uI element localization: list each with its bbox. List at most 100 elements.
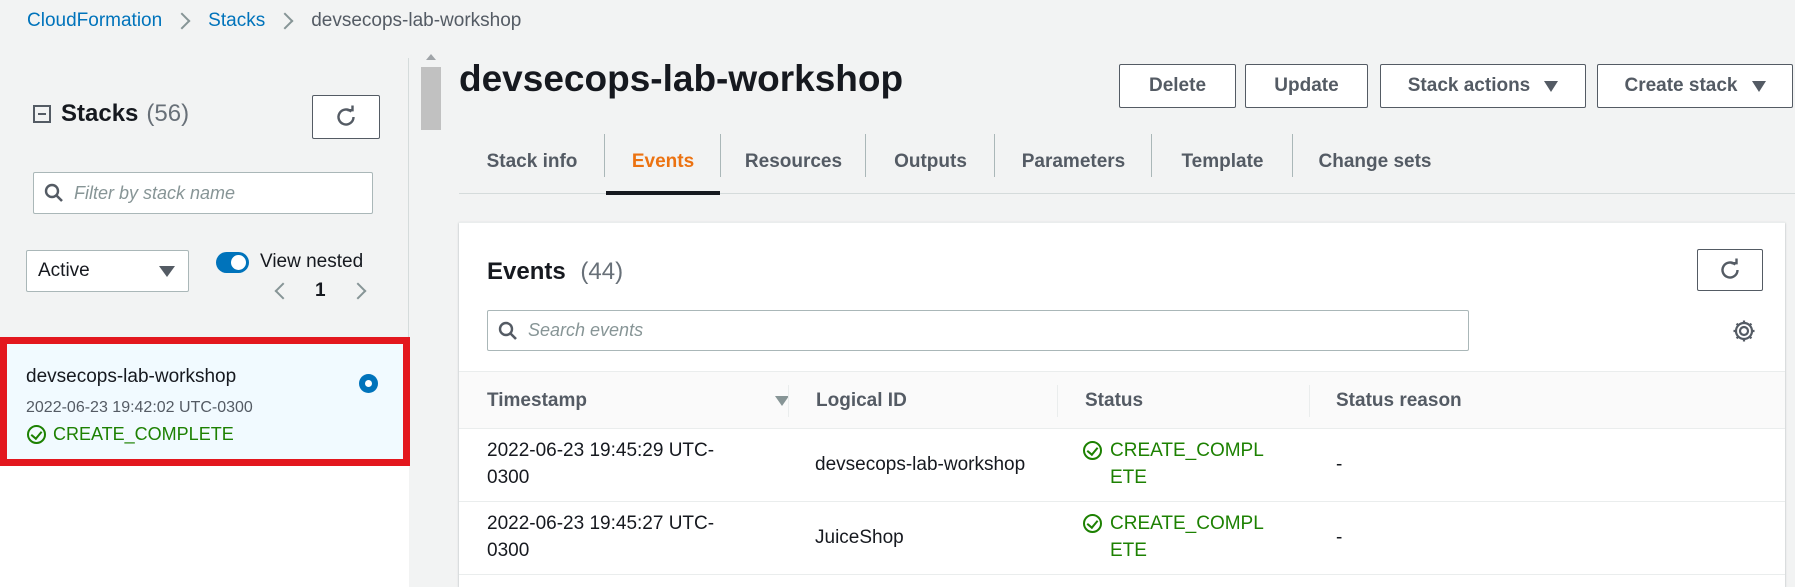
stack-filter-input[interactable] <box>74 182 372 204</box>
chevron-right-icon <box>173 12 191 30</box>
search-icon <box>488 311 528 350</box>
column-status[interactable]: Status <box>1085 372 1143 430</box>
stacks-pagination: 1 <box>274 280 367 302</box>
stack-tabs: Stack info Events Resources Outputs Para… <box>459 130 1795 195</box>
view-nested-toggle-group: View nested <box>216 251 363 273</box>
events-search-input[interactable] <box>528 320 1468 341</box>
create-stack-label: Create stack <box>1624 75 1738 96</box>
collapse-icon[interactable] <box>33 105 51 123</box>
events-title: Events <box>487 258 566 285</box>
column-status-reason-label: Status reason <box>1336 390 1462 411</box>
current-page[interactable]: 1 <box>315 280 326 302</box>
column-divider <box>1309 385 1310 417</box>
stack-actions-button[interactable]: Stack actions <box>1380 64 1586 108</box>
stack-list-item[interactable]: devsecops-lab-workshop 2022-06-23 19:42:… <box>0 337 410 466</box>
breadcrumb-stacks-link[interactable]: Stacks <box>208 10 265 32</box>
delete-button[interactable]: Delete <box>1119 64 1236 108</box>
stacks-sidebar: Stacks (56) Active View nested 1 devseco… <box>0 58 410 587</box>
events-header: Events (44) <box>487 258 623 286</box>
tab-change-sets[interactable]: Change sets <box>1293 130 1457 194</box>
stacks-list-area <box>0 461 409 587</box>
gear-icon[interactable] <box>1731 318 1757 344</box>
column-divider <box>788 385 789 417</box>
caret-down-icon <box>159 265 175 277</box>
event-timestamp-line2: 0300 <box>487 467 530 488</box>
breadcrumb-current: devsecops-lab-workshop <box>311 10 522 31</box>
sort-descending-icon[interactable] <box>775 396 789 406</box>
breadcrumb: CloudFormation Stacks devsecops-lab-work… <box>27 9 521 33</box>
column-timestamp[interactable]: Timestamp <box>487 372 789 430</box>
tab-parameters[interactable]: Parameters <box>995 130 1152 194</box>
check-circle-icon <box>1083 441 1102 460</box>
breadcrumb-cloudformation-link[interactable]: CloudFormation <box>27 10 162 32</box>
tab-label: Change sets <box>1318 151 1432 172</box>
tab-resources[interactable]: Resources <box>721 130 866 194</box>
stacks-title: Stacks <box>61 100 139 127</box>
event-logical-id: devsecops-lab-workshop <box>815 454 1026 475</box>
stack-status-text: CREATE_COMPLETE <box>53 424 234 444</box>
tab-label: Stack info <box>486 151 578 172</box>
column-status-reason[interactable]: Status reason <box>1336 372 1462 430</box>
stacks-refresh-button[interactable] <box>312 95 380 139</box>
stack-timestamp: 2022-06-23 19:42:02 UTC-0300 <box>26 399 253 416</box>
scroll-up-arrow-icon[interactable] <box>426 54 436 60</box>
stack-status-select[interactable]: Active <box>26 250 189 292</box>
event-status-reason: - <box>1336 454 1343 475</box>
chevron-right-icon <box>276 12 294 30</box>
stack-filter-field[interactable] <box>33 172 373 214</box>
delete-button-label: Delete <box>1148 75 1207 96</box>
table-row[interactable]: 2022-06-23 19:45:27 UTC- 0300 JuiceShop … <box>459 502 1785 575</box>
caret-down-icon <box>1751 80 1766 92</box>
tab-label: Events <box>631 151 695 172</box>
tab-label: Template <box>1181 151 1264 172</box>
events-search-field[interactable] <box>487 310 1469 351</box>
refresh-icon <box>1721 258 1739 279</box>
events-panel: Events (44) Timestamp Logical ID <box>459 222 1785 587</box>
check-circle-icon <box>27 425 46 444</box>
chevron-right-icon[interactable] <box>349 282 367 300</box>
refresh-icon <box>337 105 355 126</box>
event-status-text: CREATE_COMPLETE <box>1110 513 1264 561</box>
main-scrollbar[interactable] <box>419 51 443 587</box>
tab-label: Outputs <box>894 151 967 172</box>
column-logical-id[interactable]: Logical ID <box>816 372 907 430</box>
stack-radio-selected[interactable] <box>359 374 378 393</box>
check-circle-icon <box>1083 514 1102 533</box>
create-stack-button[interactable]: Create stack <box>1597 64 1793 108</box>
update-button[interactable]: Update <box>1245 64 1368 108</box>
column-logical-id-label: Logical ID <box>816 390 907 411</box>
stack-actions-label: Stack actions <box>1407 75 1531 96</box>
tab-label: Parameters <box>1021 151 1126 172</box>
column-timestamp-label: Timestamp <box>487 390 587 411</box>
tab-outputs[interactable]: Outputs <box>866 130 995 194</box>
stack-status-value: Active <box>38 260 90 281</box>
event-timestamp: 2022-06-23 19:45:27 UTC- 0300 <box>487 510 714 564</box>
events-count: (44) <box>580 258 624 285</box>
tab-stack-info[interactable]: Stack info <box>459 130 605 194</box>
event-status: CREATE_COMPLETE <box>1083 437 1283 491</box>
scroll-thumb[interactable] <box>421 67 441 130</box>
stacks-count: (56) <box>146 100 190 127</box>
search-icon <box>34 173 74 213</box>
view-nested-toggle[interactable] <box>216 251 249 273</box>
view-nested-label: View nested <box>260 251 364 272</box>
event-logical-id: JuiceShop <box>815 527 904 548</box>
event-status-reason: - <box>1336 527 1343 548</box>
event-timestamp-line1: 2022-06-23 19:45:29 UTC- <box>487 440 715 461</box>
page-title: devsecops-lab-workshop <box>459 58 904 99</box>
event-timestamp: 2022-06-23 19:45:29 UTC- 0300 <box>487 437 714 491</box>
tab-events[interactable]: Events <box>605 130 721 195</box>
chevron-left-icon[interactable] <box>274 282 292 300</box>
tab-template[interactable]: Template <box>1152 130 1293 194</box>
stack-name: devsecops-lab-workshop <box>26 366 237 387</box>
events-table-header: Timestamp Logical ID Status Status reaso… <box>459 371 1785 429</box>
event-timestamp-line1: 2022-06-23 19:45:27 UTC- <box>487 513 715 534</box>
event-timestamp-line2: 0300 <box>487 540 530 561</box>
stacks-header: Stacks (56) <box>33 100 189 128</box>
event-status: CREATE_COMPLETE <box>1083 510 1283 564</box>
event-status-text: CREATE_COMPLETE <box>1110 440 1264 488</box>
column-status-label: Status <box>1085 390 1144 411</box>
events-refresh-button[interactable] <box>1697 249 1763 291</box>
caret-down-icon <box>1544 80 1559 92</box>
table-row[interactable]: 2022-06-23 19:45:29 UTC- 0300 devsecops-… <box>459 429 1785 502</box>
